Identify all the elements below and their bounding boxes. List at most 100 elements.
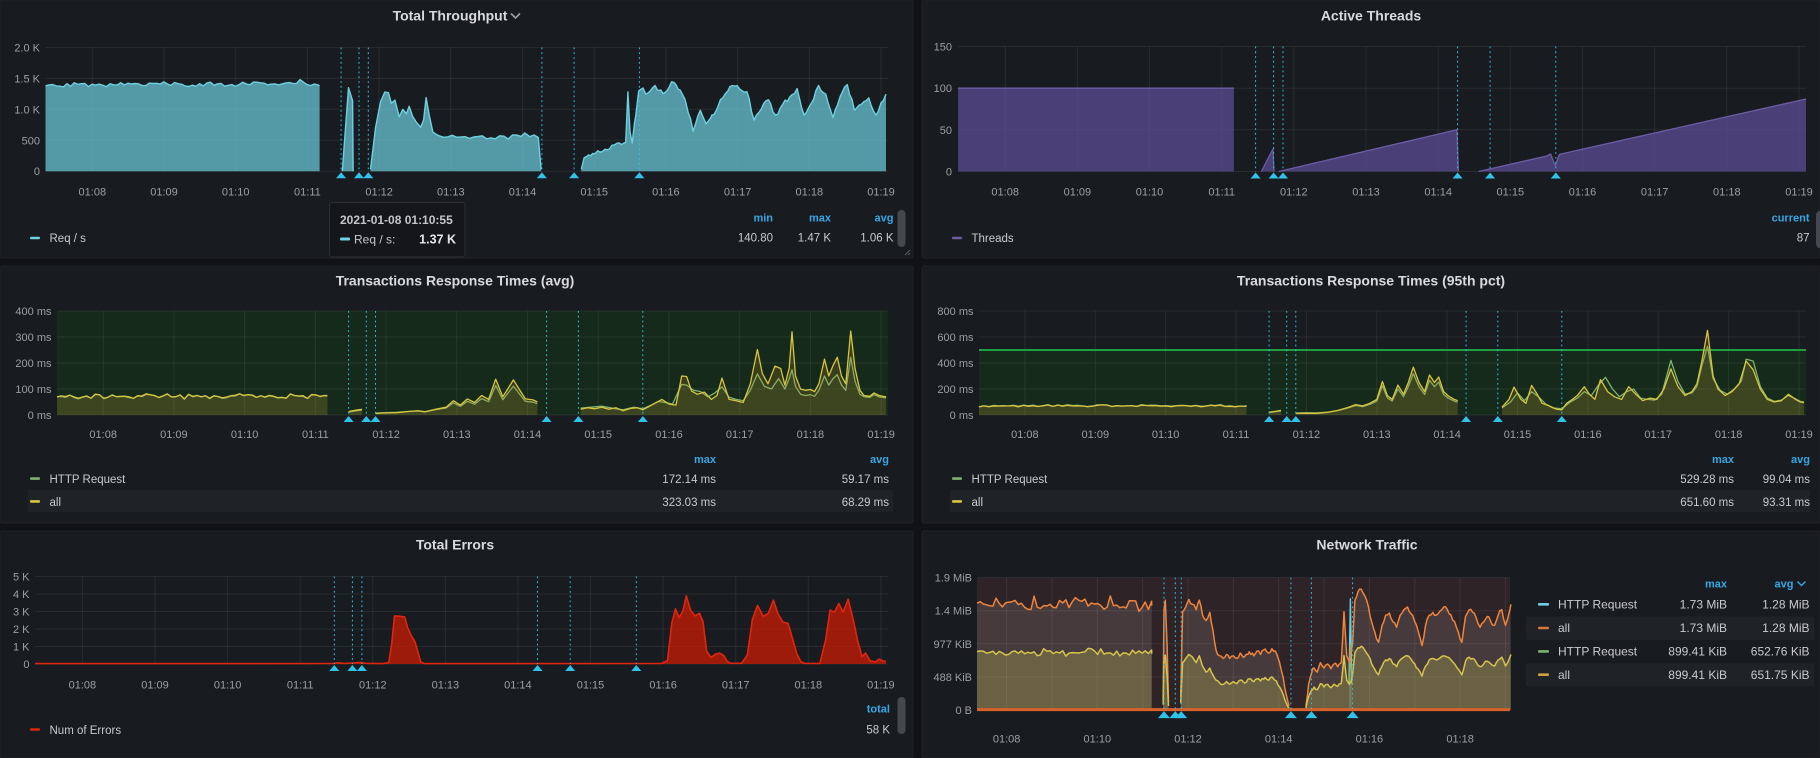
svg-text:01:18: 01:18 <box>797 429 825 441</box>
svg-text:1.73 MiB: 1.73 MiB <box>1680 598 1727 612</box>
svg-text:current: current <box>1772 213 1810 225</box>
svg-text:01:14: 01:14 <box>1265 734 1293 746</box>
svg-text:200 ms: 200 ms <box>937 384 974 396</box>
svg-text:400 ms: 400 ms <box>15 306 52 318</box>
svg-text:1.37 K: 1.37 K <box>419 233 456 247</box>
svg-text:01:17: 01:17 <box>724 187 752 199</box>
svg-text:HTTP Request: HTTP Request <box>50 474 127 486</box>
svg-text:01:14: 01:14 <box>1424 187 1452 199</box>
svg-text:01:08: 01:08 <box>991 187 1019 199</box>
svg-text:01:13: 01:13 <box>1363 429 1391 441</box>
svg-text:651.60 ms: 651.60 ms <box>1680 497 1734 509</box>
svg-text:01:15: 01:15 <box>577 680 605 692</box>
svg-text:01:08: 01:08 <box>89 429 117 441</box>
svg-text:01:14: 01:14 <box>509 187 537 199</box>
svg-text:Transactions Response Times (a: Transactions Response Times (avg) <box>336 273 575 289</box>
svg-text:01:16: 01:16 <box>652 187 680 199</box>
svg-text:01:19: 01:19 <box>867 429 895 441</box>
svg-text:0: 0 <box>34 166 40 178</box>
svg-text:01:13: 01:13 <box>437 187 465 199</box>
svg-text:2 K: 2 K <box>13 624 30 636</box>
svg-text:93.31 ms: 93.31 ms <box>1763 497 1811 509</box>
svg-text:01:09: 01:09 <box>1082 429 1110 441</box>
svg-text:01:15: 01:15 <box>580 187 608 199</box>
svg-text:01:09: 01:09 <box>1064 187 1092 199</box>
svg-text:400 ms: 400 ms <box>937 358 974 370</box>
svg-text:HTTP Request: HTTP Request <box>1558 645 1638 659</box>
svg-text:99.04 ms: 99.04 ms <box>1763 474 1811 486</box>
svg-text:1 K: 1 K <box>13 642 30 654</box>
svg-text:01:18: 01:18 <box>1715 429 1743 441</box>
svg-text:all: all <box>50 497 62 509</box>
svg-text:min: min <box>753 213 773 225</box>
svg-text:01:12: 01:12 <box>1174 734 1202 746</box>
svg-text:all: all <box>1558 668 1570 682</box>
svg-text:all: all <box>1558 621 1570 635</box>
svg-text:800 ms: 800 ms <box>937 306 974 318</box>
svg-text:Req / s: Req / s <box>50 233 87 245</box>
svg-text:150: 150 <box>934 42 952 54</box>
svg-text:01:16: 01:16 <box>1574 429 1602 441</box>
svg-text:01:10: 01:10 <box>214 680 242 692</box>
svg-text:01:11: 01:11 <box>287 680 314 692</box>
svg-text:68.29 ms: 68.29 ms <box>842 497 890 509</box>
svg-text:899.41 KiB: 899.41 KiB <box>1668 668 1727 682</box>
svg-text:100 ms: 100 ms <box>15 384 52 396</box>
svg-text:01:09: 01:09 <box>150 187 178 199</box>
svg-text:1.73 MiB: 1.73 MiB <box>1680 621 1727 635</box>
svg-text:87: 87 <box>1797 233 1810 245</box>
svg-text:avg: avg <box>1775 579 1794 591</box>
svg-text:01:12: 01:12 <box>359 680 387 692</box>
svg-text:0: 0 <box>23 659 29 671</box>
svg-text:avg: avg <box>1791 454 1810 466</box>
svg-text:01:16: 01:16 <box>1569 187 1597 199</box>
svg-text:529.28 ms: 529.28 ms <box>1680 474 1734 486</box>
svg-text:01:15: 01:15 <box>584 429 612 441</box>
svg-text:total: total <box>867 704 890 716</box>
svg-text:652.76 KiB: 652.76 KiB <box>1751 645 1810 659</box>
svg-text:Network Traffic: Network Traffic <box>1316 537 1417 553</box>
svg-text:0 ms: 0 ms <box>950 410 974 422</box>
svg-text:5 K: 5 K <box>13 572 30 584</box>
svg-text:Transactions Response Times (9: Transactions Response Times (95th pct) <box>1237 273 1505 289</box>
svg-text:Total Throughput: Total Throughput <box>393 8 508 24</box>
svg-text:Threads: Threads <box>972 233 1014 245</box>
svg-text:1.47 K: 1.47 K <box>798 233 832 245</box>
svg-text:2.0 K: 2.0 K <box>14 43 40 55</box>
svg-text:3 K: 3 K <box>13 607 30 619</box>
svg-text:max: max <box>1705 579 1728 591</box>
svg-text:Active Threads: Active Threads <box>1321 8 1422 24</box>
svg-text:01:18: 01:18 <box>1713 187 1741 199</box>
svg-text:01:17: 01:17 <box>1644 429 1672 441</box>
svg-text:200 ms: 200 ms <box>15 358 52 370</box>
svg-text:1.28 MiB: 1.28 MiB <box>1762 621 1809 635</box>
svg-text:01:14: 01:14 <box>504 680 532 692</box>
svg-text:500: 500 <box>22 135 40 147</box>
svg-text:1.06 K: 1.06 K <box>860 233 894 245</box>
svg-text:01:10: 01:10 <box>1136 187 1164 199</box>
svg-text:01:12: 01:12 <box>365 187 393 199</box>
svg-text:1.28 MiB: 1.28 MiB <box>1762 598 1809 612</box>
svg-text:Total Errors: Total Errors <box>416 537 495 553</box>
svg-text:323.03 ms: 323.03 ms <box>662 497 716 509</box>
svg-text:01:19: 01:19 <box>867 187 895 199</box>
svg-text:600 ms: 600 ms <box>937 332 974 344</box>
svg-text:01:10: 01:10 <box>222 187 250 199</box>
svg-text:max: max <box>809 213 832 225</box>
svg-text:01:19: 01:19 <box>1785 429 1813 441</box>
svg-text:140.80: 140.80 <box>738 233 773 245</box>
svg-text:172.14 ms: 172.14 ms <box>662 474 716 486</box>
svg-text:01:15: 01:15 <box>1497 187 1525 199</box>
svg-text:59.17 ms: 59.17 ms <box>842 474 890 486</box>
svg-text:01:17: 01:17 <box>722 680 750 692</box>
svg-text:100: 100 <box>934 83 952 95</box>
svg-text:HTTP Request: HTTP Request <box>1558 598 1638 612</box>
svg-text:01:11: 01:11 <box>302 429 329 441</box>
svg-text:01:16: 01:16 <box>655 429 683 441</box>
svg-text:01:17: 01:17 <box>1641 187 1669 199</box>
svg-text:651.75 KiB: 651.75 KiB <box>1751 668 1810 682</box>
svg-text:58 K: 58 K <box>866 725 890 737</box>
svg-text:max: max <box>1712 454 1735 466</box>
svg-text:1.4 MiB: 1.4 MiB <box>935 606 972 618</box>
svg-text:0 ms: 0 ms <box>28 410 52 422</box>
